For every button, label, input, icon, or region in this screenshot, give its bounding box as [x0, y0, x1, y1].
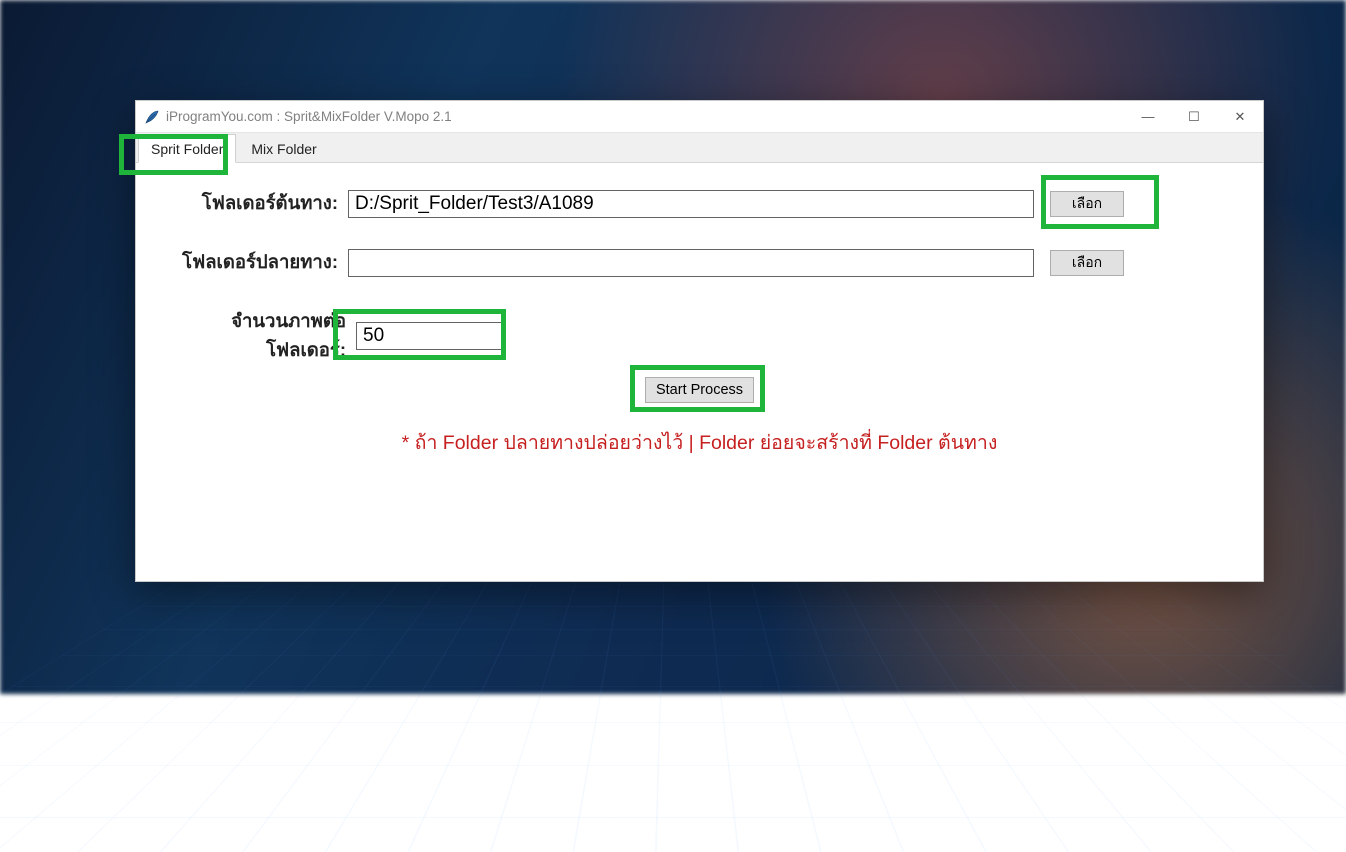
note-text: * ถ้า Folder ปลายทางปล่อยว่างไว้ | Folde…: [154, 427, 1245, 458]
tab-sprit-folder[interactable]: Sprit Folder: [138, 134, 236, 163]
label-source: โฟลเดอร์ต้นทาง:: [154, 189, 338, 218]
close-button[interactable]: ✕: [1217, 101, 1263, 132]
input-source-folder[interactable]: [348, 190, 1034, 218]
feather-icon: [144, 109, 160, 125]
close-icon: ✕: [1235, 109, 1246, 125]
maximize-icon: ☐: [1188, 109, 1200, 125]
row-source: โฟลเดอร์ต้นทาง: เลือก: [154, 189, 1245, 218]
row-count: จำนวนภาพต่อโฟลเดอร์:: [154, 307, 1245, 365]
input-dest-folder[interactable]: [348, 249, 1034, 277]
browse-source-button[interactable]: เลือก: [1050, 191, 1124, 217]
minimize-icon: —: [1142, 109, 1155, 124]
input-images-per-folder[interactable]: [356, 322, 504, 350]
app-window: iProgramYou.com : Sprit&MixFolder V.Mopo…: [135, 100, 1264, 582]
label-count: จำนวนภาพต่อโฟลเดอร์:: [154, 307, 346, 365]
center-block: Start Process * ถ้า Folder ปลายทางปล่อยว…: [154, 377, 1245, 458]
titlebar[interactable]: iProgramYou.com : Sprit&MixFolder V.Mopo…: [136, 101, 1263, 133]
label-dest: โฟลเดอร์ปลายทาง:: [154, 248, 338, 277]
maximize-button[interactable]: ☐: [1171, 101, 1217, 132]
tab-mix-folder[interactable]: Mix Folder: [238, 134, 329, 162]
minimize-button[interactable]: —: [1125, 101, 1171, 132]
window-title: iProgramYou.com : Sprit&MixFolder V.Mopo…: [166, 109, 452, 124]
tab-content: โฟลเดอร์ต้นทาง: เลือก โฟลเดอร์ปลายทาง: เ…: [136, 163, 1263, 476]
start-process-button[interactable]: Start Process: [645, 377, 754, 403]
browse-dest-button[interactable]: เลือก: [1050, 250, 1124, 276]
row-dest: โฟลเดอร์ปลายทาง: เลือก: [154, 248, 1245, 277]
tab-bar: Sprit Folder Mix Folder: [136, 133, 1263, 163]
